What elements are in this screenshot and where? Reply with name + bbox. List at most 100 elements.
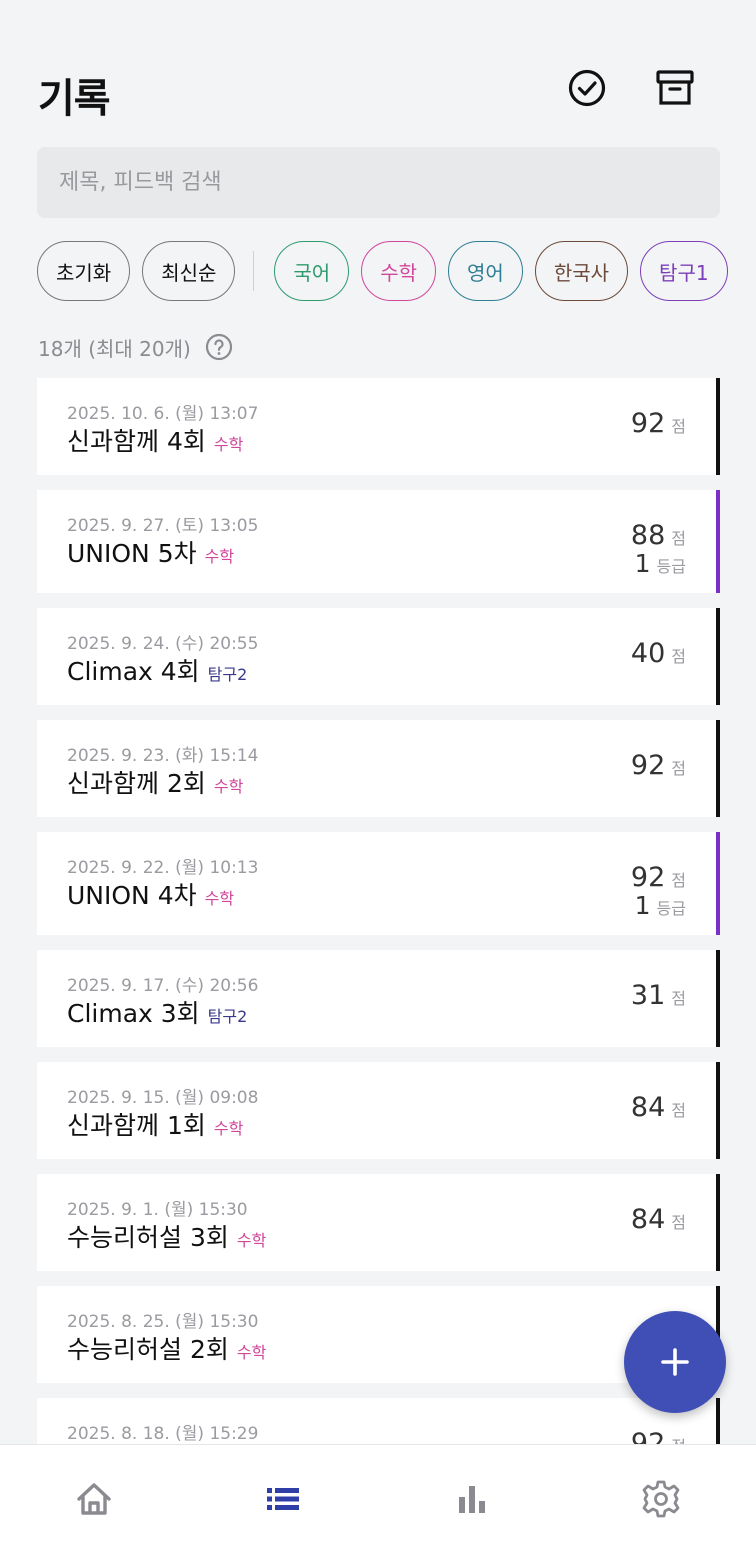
settings-icon <box>642 1480 680 1518</box>
record-score: 92 <box>630 750 666 781</box>
record-subject: 수학 <box>204 547 235 566</box>
search-input[interactable] <box>59 170 720 195</box>
record-title: 수능리허설 3회 <box>67 1223 229 1252</box>
record-date: 2025. 9. 22. (월) 10:13 <box>67 858 259 878</box>
record-title-row: Climax 3회 탐구2 <box>67 994 247 1030</box>
record-score: 92 <box>630 408 666 439</box>
record-subject: 수학 <box>236 1231 267 1250</box>
chip-divider <box>253 251 255 291</box>
record-grade: 1 <box>634 549 651 578</box>
nav-home[interactable] <box>70 1475 118 1523</box>
subject-chip-korean-history[interactable]: 한국사 <box>534 241 629 301</box>
record-title-row: 수능리허설 2회 수학 <box>67 1330 266 1366</box>
record-score: 31 <box>630 980 666 1011</box>
record-card[interactable]: 2025. 8. 25. (월) 15:30 수능리허설 2회 수학 <box>37 1286 720 1383</box>
record-result: 92 점 <box>631 408 686 439</box>
archive-icon[interactable] <box>653 66 697 110</box>
score-unit: 점 <box>671 417 686 436</box>
record-date: 2025. 9. 23. (화) 15:14 <box>67 746 259 766</box>
score-unit: 점 <box>671 1101 686 1120</box>
page-title: 기록 <box>38 76 111 122</box>
score-unit: 점 <box>671 871 686 890</box>
reset-chip[interactable]: 초기화 <box>37 241 131 301</box>
record-subject: 탐구2 <box>207 665 248 684</box>
record-date: 2025. 9. 17. (수) 20:56 <box>67 976 259 996</box>
chip-label: 탐구1 <box>659 260 709 285</box>
record-result: 40 점 <box>631 638 686 669</box>
record-card[interactable]: 2025. 9. 24. (수) 20:55 Climax 4회 탐구2 40 점 <box>37 608 720 705</box>
score-unit: 점 <box>671 529 686 548</box>
record-title-row: 수능리허설 3회 수학 <box>67 1218 266 1254</box>
record-card[interactable]: 2025. 9. 1. (월) 15:30 수능리허설 3회 수학 84 점 <box>37 1174 720 1271</box>
record-date: 2025. 8. 18. (월) 15:29 <box>67 1424 259 1444</box>
chip-label: 수학 <box>380 260 418 285</box>
chip-label: 국어 <box>293 260 331 285</box>
record-title: 신과함께 2회 <box>67 769 206 798</box>
home-icon <box>77 1483 111 1515</box>
list-icon <box>267 1488 299 1510</box>
record-date: 2025. 9. 24. (수) 20:55 <box>67 634 259 654</box>
record-subject: 탐구2 <box>207 1007 248 1026</box>
record-result: 84 점 <box>631 1092 686 1123</box>
nav-settings[interactable] <box>637 1475 685 1523</box>
record-result: 88 점 1 등급 <box>631 520 686 578</box>
record-title: Climax 3회 <box>67 999 200 1028</box>
grade-unit: 등급 <box>656 557 686 576</box>
record-grade: 1 <box>634 891 651 920</box>
search-field[interactable] <box>37 147 720 218</box>
record-card[interactable]: 2025. 9. 27. (토) 13:05 UNION 5차 수학 88 점 1… <box>37 490 720 593</box>
record-date: 2025. 8. 25. (월) 15:30 <box>67 1312 259 1332</box>
record-title-row: UNION 4차 수학 <box>67 876 234 912</box>
nav-stats[interactable] <box>448 1475 496 1523</box>
record-card[interactable]: 2025. 10. 6. (월) 13:07 신과함께 4회 수학 92 점 <box>37 378 720 475</box>
record-count: 18개 (최대 20개) <box>38 336 191 361</box>
record-score: 92 <box>630 862 666 893</box>
record-subject: 수학 <box>236 1343 267 1362</box>
record-result: 92 점 1 등급 <box>631 862 686 920</box>
check-circle-icon[interactable] <box>565 66 609 110</box>
subject-chip-korean[interactable]: 국어 <box>274 241 350 301</box>
subject-chip-inquiry1[interactable]: 탐구1 <box>640 241 728 301</box>
plus-icon <box>661 1348 689 1376</box>
score-unit: 점 <box>671 647 686 666</box>
record-date: 2025. 9. 15. (월) 09:08 <box>67 1088 259 1108</box>
nav-records[interactable] <box>259 1475 307 1523</box>
record-score: 88 <box>630 520 666 551</box>
add-record-button[interactable] <box>624 1311 726 1413</box>
chip-label: 초기화 <box>56 260 112 285</box>
record-list: 2025. 10. 6. (월) 13:07 신과함께 4회 수학 92 점 20… <box>37 378 720 1510</box>
subject-chip-math[interactable]: 수학 <box>361 241 437 301</box>
record-score: 84 <box>630 1092 666 1123</box>
record-date: 2025. 10. 6. (월) 13:07 <box>67 404 259 424</box>
record-subject: 수학 <box>213 1119 244 1138</box>
subject-chip-english[interactable]: 영어 <box>448 241 523 301</box>
record-date: 2025. 9. 27. (토) 13:05 <box>67 516 259 536</box>
record-title: UNION 4차 <box>67 881 197 910</box>
record-card[interactable]: 2025. 9. 23. (화) 15:14 신과함께 2회 수학 92 점 <box>37 720 720 817</box>
record-title-row: 신과함께 1회 수학 <box>67 1106 243 1142</box>
score-unit: 점 <box>671 989 686 1008</box>
record-title: UNION 5차 <box>67 539 197 568</box>
record-subject: 수학 <box>213 435 244 454</box>
record-title-row: UNION 5차 수학 <box>67 534 234 570</box>
record-title-row: 신과함께 2회 수학 <box>67 764 243 800</box>
record-score: 40 <box>630 638 666 669</box>
score-unit: 점 <box>671 759 686 778</box>
filter-chips: 초기화 최신순 국어 수학 영어 한국사 탐구1 <box>37 241 756 301</box>
header: 기록 <box>0 0 756 140</box>
bar-chart-icon <box>459 1486 485 1513</box>
help-circle-icon[interactable] <box>205 333 233 361</box>
record-subject: 수학 <box>204 889 235 908</box>
record-subject: 수학 <box>213 777 244 796</box>
record-card[interactable]: 2025. 9. 17. (수) 20:56 Climax 3회 탐구2 31 점 <box>37 950 720 1047</box>
chip-label: 영어 <box>467 260 504 285</box>
record-card[interactable]: 2025. 9. 22. (월) 10:13 UNION 4차 수학 92 점 1… <box>37 832 720 935</box>
record-card[interactable]: 2025. 9. 15. (월) 09:08 신과함께 1회 수학 84 점 <box>37 1062 720 1159</box>
record-result: 31 점 <box>631 980 686 1011</box>
chip-label: 한국사 <box>553 260 610 285</box>
record-date: 2025. 9. 1. (월) 15:30 <box>67 1200 248 1220</box>
record-score: 84 <box>630 1204 666 1235</box>
record-title: Climax 4회 <box>67 657 200 686</box>
sort-latest-chip[interactable]: 최신순 <box>142 241 236 301</box>
record-result: 92 점 <box>631 750 686 781</box>
